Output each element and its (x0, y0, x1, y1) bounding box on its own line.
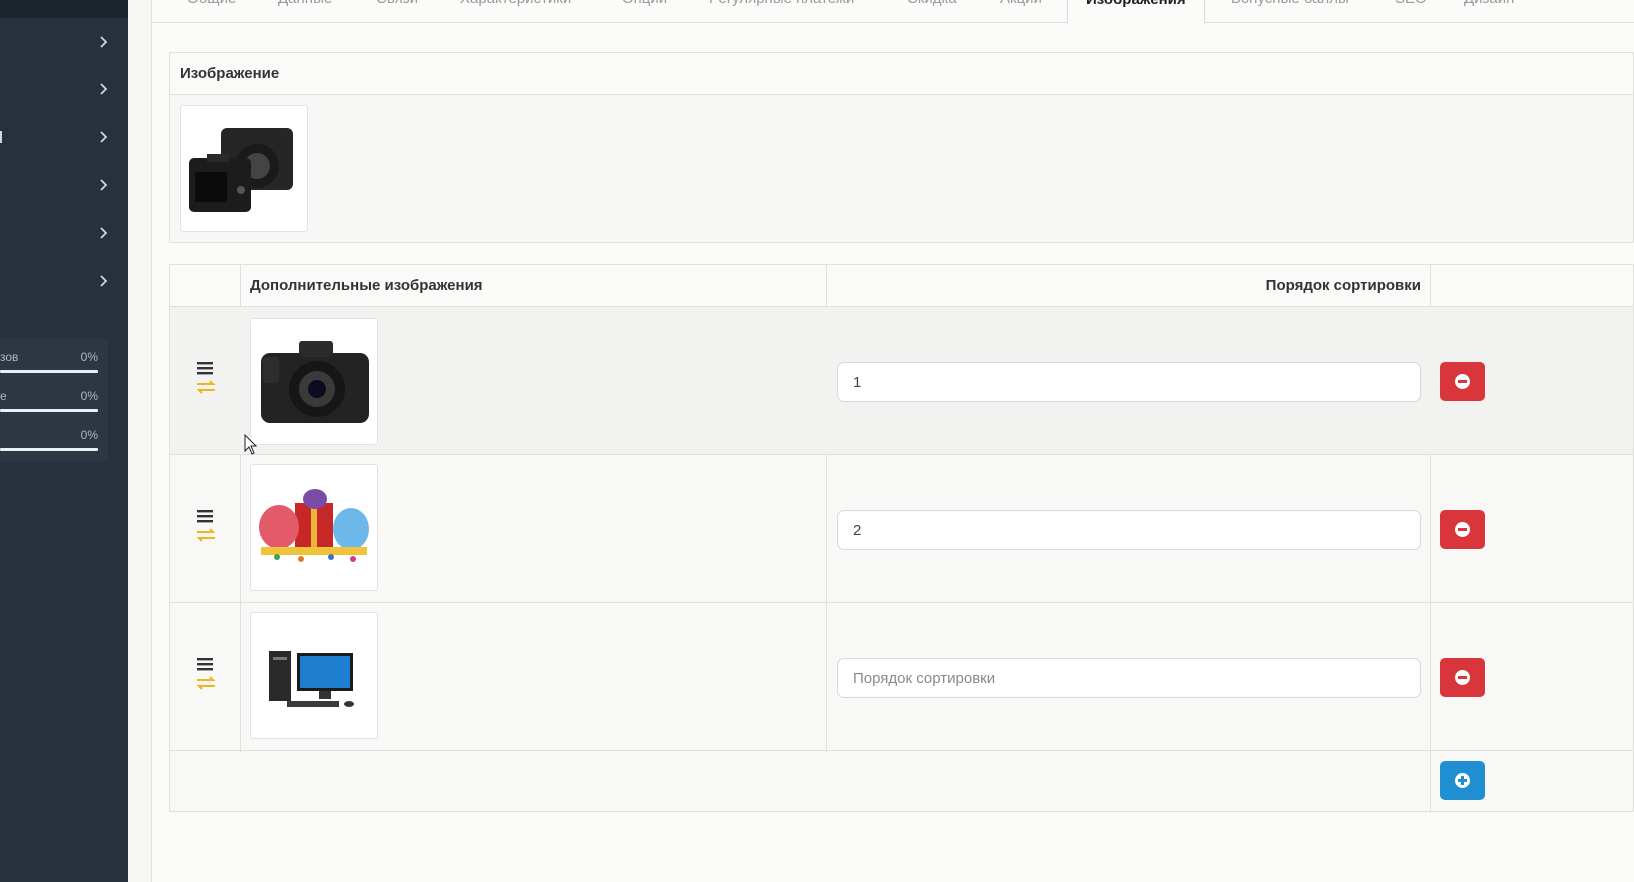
main-image-header: Изображение (170, 53, 1633, 95)
tab-design[interactable]: Дизайн (1464, 0, 1514, 14)
tab-seo[interactable]: SEO (1395, 0, 1427, 14)
sort-order-input[interactable] (837, 362, 1421, 402)
remove-image-button[interactable] (1440, 658, 1485, 697)
stat-label: зов (0, 350, 19, 364)
tab-links[interactable]: Связи (376, 0, 418, 14)
sidebar-menu-item-1[interactable] (0, 24, 128, 64)
tab-discount[interactable]: Скидка (907, 0, 957, 14)
content-gutter (128, 0, 152, 882)
stat-percent: 0% (80, 389, 98, 403)
tab-general[interactable]: Общие (187, 0, 236, 14)
minus-circle-icon (1455, 374, 1470, 389)
column-header-images: Дополнительные изображения (250, 277, 483, 294)
tab-reward-points[interactable]: Бонусные баллы (1231, 0, 1349, 14)
sidebar-menu-item-2[interactable] (0, 71, 128, 111)
sidebar-menu-item-5[interactable] (0, 215, 128, 255)
drag-handle[interactable] (195, 503, 217, 543)
tab-data[interactable]: Данные (278, 0, 332, 14)
desktop-computer-image (255, 617, 373, 734)
sidebar-menu-item-3[interactable] (0, 119, 128, 159)
chevron-right-icon (98, 175, 110, 195)
remove-image-button[interactable] (1440, 510, 1485, 549)
tab-attributes[interactable]: Характеристики (460, 0, 571, 14)
sidebar: зов 0% е 0% 0% (0, 0, 128, 882)
chevron-right-icon (98, 127, 110, 147)
column-header-sort-order: Порядок сортировки (1265, 277, 1421, 294)
exchange-icon (196, 528, 216, 542)
chevron-right-icon (98, 79, 110, 99)
stat-progress-bar (0, 370, 98, 373)
main-image-title: Изображение (180, 65, 280, 82)
tab-images[interactable]: Изображения (1067, 0, 1205, 24)
bars-icon (197, 362, 213, 375)
mouse-cursor-icon (244, 434, 258, 455)
stat-percent: 0% (80, 350, 98, 364)
table-row (170, 603, 1633, 751)
bars-icon (197, 658, 213, 671)
chevron-right-icon (98, 223, 110, 243)
main-image-panel: Изображение (169, 52, 1634, 243)
bars-icon (197, 510, 213, 523)
exchange-icon (196, 380, 216, 394)
plus-circle-icon (1455, 773, 1470, 788)
sidebar-item-edge-glyph (0, 131, 2, 143)
minus-circle-icon (1455, 670, 1470, 685)
stat-progress-bar (0, 448, 98, 451)
add-image-button[interactable] (1440, 761, 1485, 800)
stat-progress-bar (0, 409, 98, 412)
table-header-row: Дополнительные изображения Порядок сорти… (170, 265, 1633, 307)
sidebar-top-band (0, 0, 128, 18)
chevron-right-icon (98, 32, 110, 52)
main-content: Общие Данные Связи Характеристики Опции … (152, 0, 1634, 882)
sort-order-input[interactable] (837, 510, 1421, 550)
stat-percent: 0% (80, 428, 98, 442)
stat-label: е (0, 389, 7, 403)
table-row (170, 455, 1633, 603)
drag-handle[interactable] (195, 651, 217, 691)
camera-dslr-image (185, 110, 303, 227)
sort-order-input[interactable] (837, 658, 1421, 698)
tab-recurring[interactable]: Регулярные платежи (709, 0, 854, 14)
additional-images-table: Дополнительные изображения Порядок сорти… (169, 264, 1634, 813)
sidebar-stats-panel: зов 0% е 0% 0% (0, 338, 108, 462)
exchange-icon (196, 676, 216, 690)
stat-row: 0% (0, 420, 100, 458)
party-balloons-gift-image (255, 469, 373, 586)
camera-dslr-image (255, 323, 373, 440)
sidebar-menu-item-4[interactable] (0, 167, 128, 207)
remove-image-button[interactable] (1440, 362, 1485, 401)
sidebar-menu-item-6[interactable] (0, 263, 128, 303)
stat-row: е 0% (0, 381, 100, 419)
drag-handle[interactable] (195, 355, 217, 395)
tab-special[interactable]: Акции (1000, 0, 1042, 14)
additional-image-thumbnail[interactable] (250, 318, 378, 445)
main-image-thumbnail[interactable] (180, 105, 308, 232)
minus-circle-icon (1455, 522, 1470, 537)
additional-image-thumbnail[interactable] (250, 612, 378, 739)
chevron-right-icon (98, 271, 110, 291)
table-row (170, 307, 1633, 455)
additional-image-thumbnail[interactable] (250, 464, 378, 591)
product-tabs: Общие Данные Связи Характеристики Опции … (152, 0, 1634, 24)
stat-row: зов 0% (0, 342, 100, 380)
tab-options[interactable]: Опции (622, 0, 667, 14)
